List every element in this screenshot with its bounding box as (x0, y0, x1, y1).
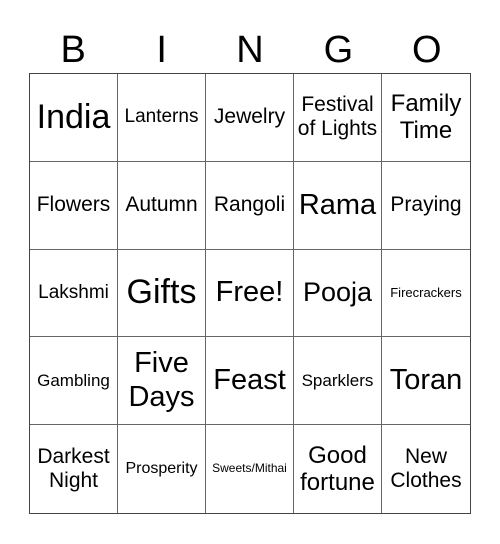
header-letter-n: N (236, 29, 264, 71)
bingo-cell[interactable]: Darkest Night (30, 425, 118, 513)
bingo-cell[interactable]: Prosperity (118, 425, 206, 513)
bingo-cell[interactable]: Family Time (382, 74, 470, 162)
bingo-cell[interactable]: Lanterns (118, 74, 206, 162)
free-cell[interactable]: Free! (206, 249, 294, 338)
bingo-cell[interactable]: Toran (382, 337, 470, 426)
bingo-cell[interactable]: Rama (294, 161, 382, 250)
bingo-cell[interactable]: Lakshmi (30, 249, 118, 338)
bingo-cell[interactable]: Praying (382, 162, 470, 250)
bingo-cell[interactable]: Firecrackers (382, 250, 470, 338)
bingo-cell[interactable]: New Clothes (382, 425, 470, 513)
bingo-cell[interactable]: Good fortune (294, 425, 382, 513)
bingo-header: B I N G O (29, 28, 471, 72)
bingo-cell[interactable]: Gambling (30, 337, 118, 426)
header-letter-i: I (156, 29, 167, 71)
bingo-cell[interactable]: Flowers (30, 161, 118, 250)
header-letter-o: O (412, 29, 442, 71)
bingo-cell[interactable]: Five Days (118, 337, 206, 426)
bingo-cell[interactable]: Festival of Lights (294, 74, 382, 162)
header-letter-b: B (60, 29, 86, 71)
bingo-cell[interactable]: Pooja (294, 249, 382, 338)
bingo-cell[interactable]: Jewelry (206, 74, 294, 162)
bingo-cell[interactable]: Rangoli (206, 161, 294, 250)
bingo-cell[interactable]: Autumn (118, 161, 206, 250)
bingo-cell[interactable]: India (30, 74, 118, 162)
bingo-cell[interactable]: Feast (206, 337, 294, 426)
bingo-grid: India Lanterns Jewelry Festival of Light… (29, 73, 471, 514)
header-letter-g: G (323, 29, 354, 71)
bingo-cell[interactable]: Sweets/Mithai (206, 425, 294, 513)
bingo-cell[interactable]: Sparklers (294, 337, 382, 426)
bingo-cell[interactable]: Gifts (118, 249, 206, 338)
